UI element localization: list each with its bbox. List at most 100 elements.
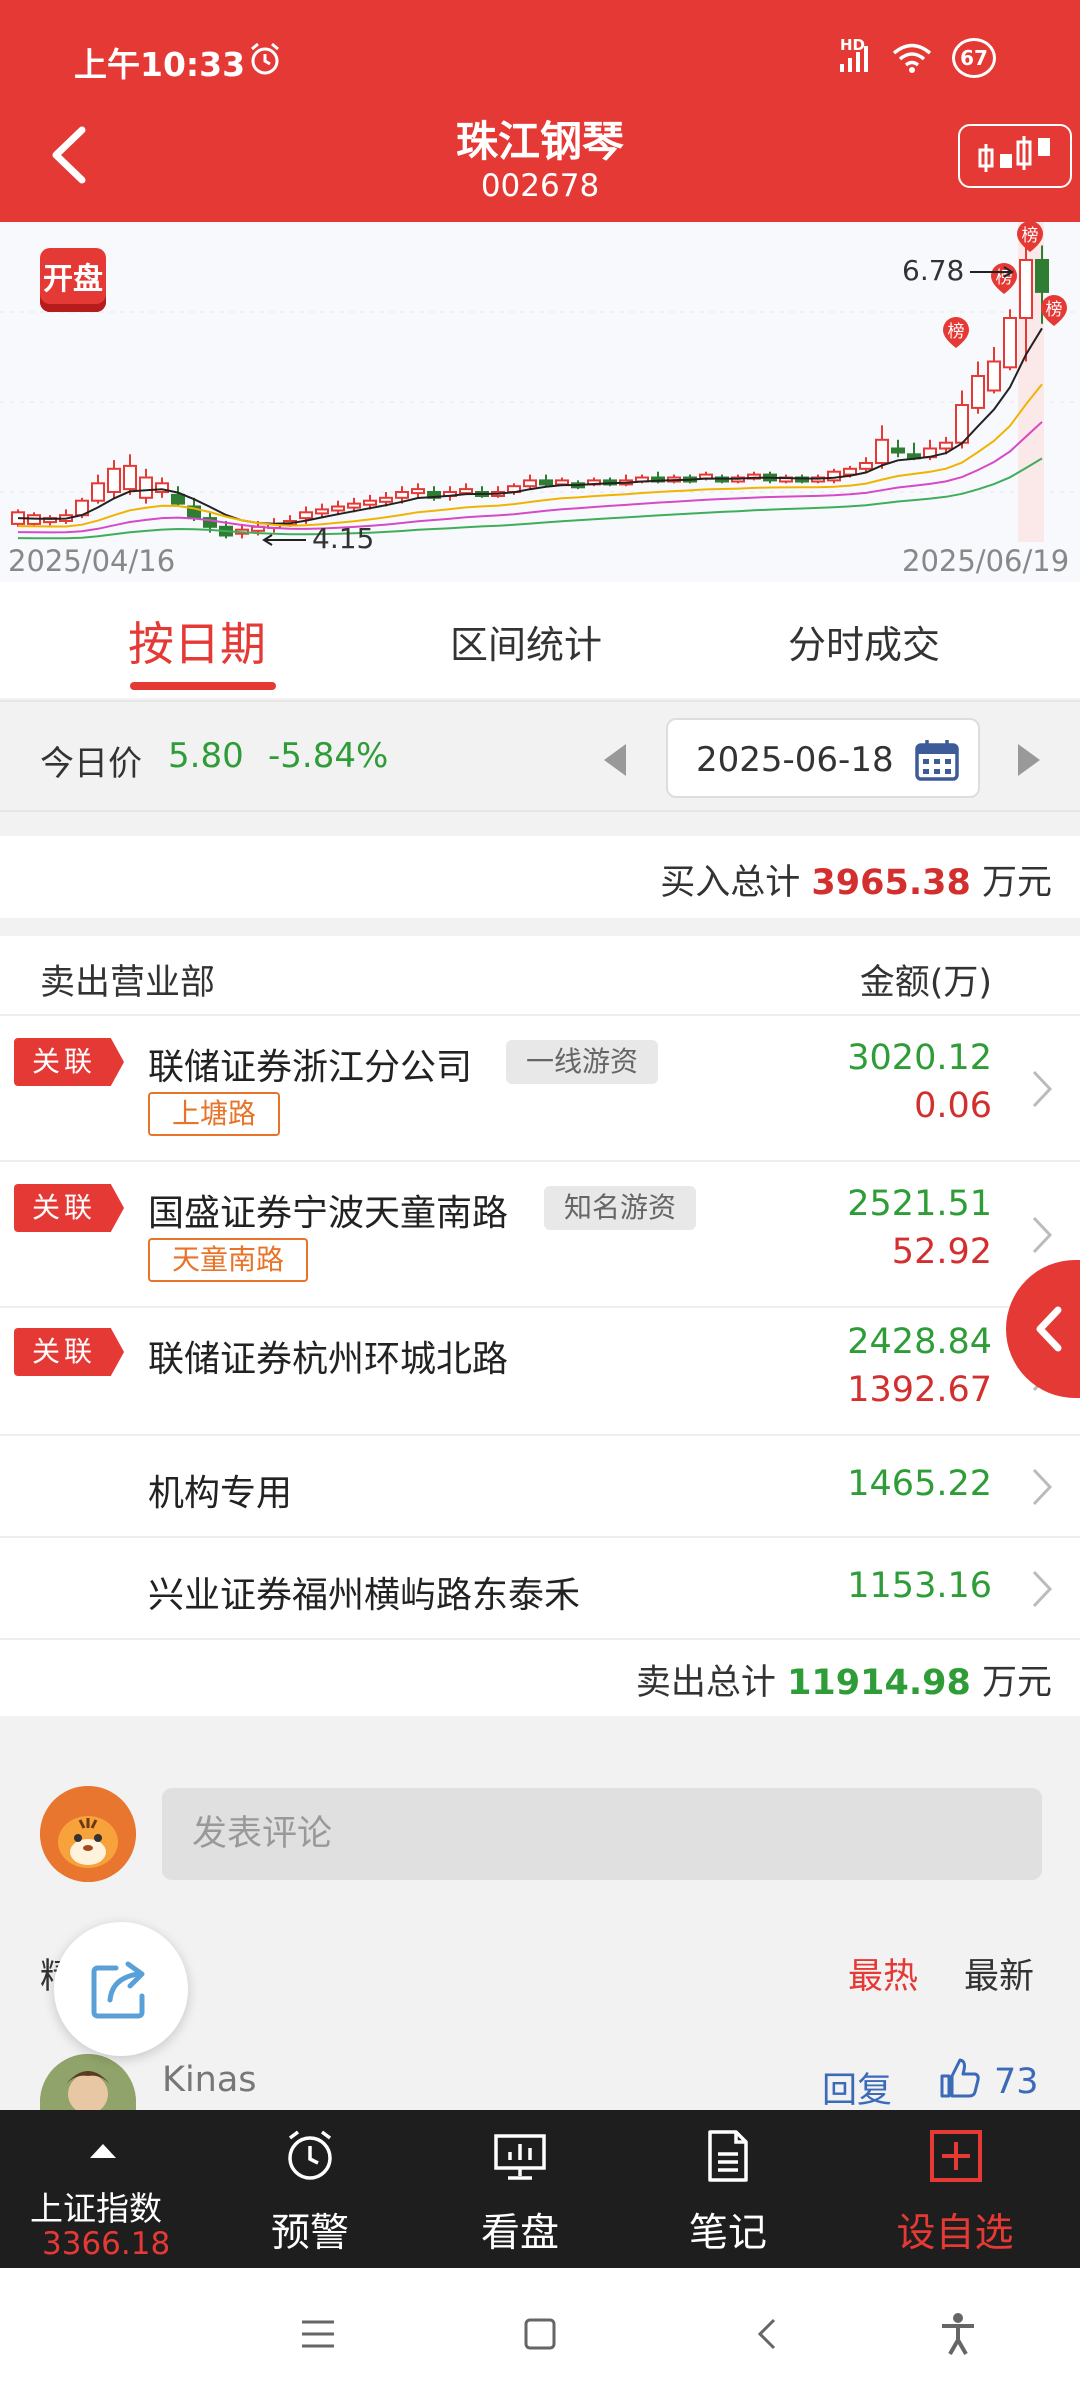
signal-icon <box>840 46 868 72</box>
kline-toggle-button[interactable] <box>958 124 1072 188</box>
wifi-icon <box>892 43 932 73</box>
notes-icon <box>708 2130 748 2182</box>
related-tag: 关联 <box>14 1038 124 1086</box>
nav-add-watchlist-label: 设自选 <box>896 2211 1014 2256</box>
seat-row[interactable]: 关联 联储证券浙江分公司 一线游资 上塘路 3020.12 0.06 <box>0 1016 1080 1162</box>
prev-day-button[interactable] <box>598 740 632 780</box>
tab-bar: 按日期 区间统计 分时成交 <box>0 582 1080 698</box>
today-price: 5.80 <box>168 736 244 776</box>
stock-name: 珠江钢琴 <box>455 117 624 166</box>
nav-add-watchlist[interactable]: 设自选 <box>880 2110 1030 2268</box>
chevron-left-icon <box>1036 1306 1062 1352</box>
buy-amount: 1392.67 <box>847 1370 992 1410</box>
chart-end-date: 2025/06/19 <box>902 544 1070 578</box>
sell-amount: 2521.51 <box>847 1184 992 1224</box>
seat-row[interactable]: 关联 联储证券杭州环城北路 2428.84 1392.67 <box>0 1308 1080 1436</box>
header-bar: 上午10:33 HD 67 珠江钢琴 002678 <box>0 0 1080 222</box>
date-picker[interactable]: 2025-06-18 <box>666 718 980 798</box>
candlestick-icon <box>978 136 1050 172</box>
sell-total-label: 卖出总计 <box>635 1663 776 1703</box>
svg-text:榜: 榜 <box>1046 300 1063 320</box>
thumbs-up-icon[interactable] <box>938 2056 982 2100</box>
bottom-navigation: 上证指数 3366.18 预警 看盘 笔记 设自选 <box>0 2110 1080 2268</box>
kline-chart[interactable]: 榜榜榜榜 开盘 6.78 4.15 2025/04/16 2025/06/19 <box>0 222 1080 582</box>
seat-name: 机构专用 <box>148 1473 293 1514</box>
share-button[interactable] <box>54 1922 188 2056</box>
reply-button[interactable]: 回复 <box>822 2062 892 2113</box>
sort-new-button[interactable]: 最新 <box>964 1948 1034 1999</box>
seat-row[interactable]: 关联 国盛证券宁波天童南路 知名游资 天童南路 2521.51 52.92 <box>0 1162 1080 1308</box>
tab-active-indicator <box>130 682 276 690</box>
seat-name: 联储证券杭州环城北路 <box>148 1339 509 1380</box>
related-tag: 关联 <box>14 1184 124 1232</box>
sell-total-unit: 万元 <box>981 1663 1052 1703</box>
price-date-row: 今日价 5.80 -5.84% 2025-06-18 <box>0 700 1080 812</box>
my-avatar[interactable] <box>40 1786 136 1882</box>
home-icon[interactable] <box>522 2316 558 2352</box>
today-change: -5.84% <box>268 736 389 776</box>
comment-user-name[interactable]: Kinas <box>162 2060 257 2100</box>
chart-low-label: 4.15 <box>312 522 375 555</box>
buy-total-value: 3965.38 <box>811 863 971 903</box>
related-tag: 关联 <box>14 1328 124 1376</box>
comment-section: 发表评论 精彩评论 最热 最新 Kinas 回复 73 <box>0 1716 1080 2114</box>
index-name: 上证指数 <box>30 2189 162 2228</box>
tab-range-stats[interactable]: 区间统计 <box>450 614 602 669</box>
system-navigation-bar <box>0 2268 1080 2400</box>
buy-total-unit: 万元 <box>981 863 1052 903</box>
accessibility-icon[interactable] <box>938 2312 978 2356</box>
nav-alert[interactable]: 预警 <box>250 2110 370 2268</box>
nav-market[interactable]: 看盘 <box>460 2110 580 2268</box>
monitor-chart-icon <box>494 2134 546 2180</box>
chevron-right-icon <box>1032 1216 1053 1254</box>
buy-amount: 52.92 <box>891 1232 992 1272</box>
tab-by-date[interactable]: 按日期 <box>128 608 266 674</box>
index-value: 3366.18 <box>42 2226 171 2262</box>
calendar-icon[interactable] <box>914 738 960 782</box>
seat-name: 兴业证券福州横屿路东泰禾 <box>148 1575 581 1616</box>
user-avatar[interactable] <box>40 2054 136 2114</box>
chevron-right-icon <box>1032 1070 1053 1108</box>
sell-amount: 2428.84 <box>847 1322 992 1362</box>
seat-name: 国盛证券宁波天童南路 <box>148 1193 509 1234</box>
alarm-icon <box>251 42 279 75</box>
share-icon <box>91 1961 145 2019</box>
trader-type-badge: 一线游资 <box>506 1040 659 1084</box>
nav-index[interactable]: 上证指数 3366.18 <box>0 2110 210 2268</box>
amount-header: 金额(万) <box>859 963 992 1003</box>
caret-up-icon <box>90 2144 116 2158</box>
stock-code: 002678 <box>480 168 600 204</box>
sell-amount: 1153.16 <box>847 1566 992 1606</box>
add-square-icon <box>930 2130 982 2182</box>
tiger-avatar-icon <box>40 1786 136 1882</box>
alarm-clock-icon <box>288 2130 332 2180</box>
sell-amount: 3020.12 <box>847 1038 992 1078</box>
trader-type-badge: 知名游资 <box>544 1186 697 1230</box>
nav-notes-label: 笔记 <box>688 2211 767 2256</box>
sell-total-value: 11914.98 <box>787 1663 971 1703</box>
svg-text:榜: 榜 <box>948 322 965 342</box>
sell-seats-section: 卖出营业部 金额(万) 关联 联储证券浙江分公司 一线游资 上塘路 3020.1… <box>0 936 1080 1716</box>
location-tag: 上塘路 <box>148 1092 281 1136</box>
nav-alert-label: 预警 <box>270 2211 349 2256</box>
seat-name: 联储证券浙江分公司 <box>148 1047 473 1088</box>
sell-title: 卖出营业部 <box>40 963 216 1003</box>
seat-row[interactable]: 机构专用 1465.22 <box>0 1436 1080 1538</box>
comment-input[interactable]: 发表评论 <box>162 1788 1042 1880</box>
sell-amount: 1465.22 <box>847 1464 992 1504</box>
menu-icon[interactable] <box>298 2316 338 2352</box>
back-nav-icon[interactable] <box>752 2314 782 2354</box>
next-day-button[interactable] <box>1012 740 1046 780</box>
sell-total-row: 卖出总计 11914.98 万元 <box>0 1640 1080 1716</box>
chart-start-date: 2025/04/16 <box>8 544 176 578</box>
buy-total: 买入总计 3965.38 万元 <box>660 854 1052 905</box>
seat-row[interactable]: 兴业证券福州横屿路东泰禾 1153.16 <box>0 1538 1080 1640</box>
sort-hot-button[interactable]: 最热 <box>848 1948 918 1999</box>
svg-text:榜: 榜 <box>1022 226 1039 246</box>
chart-high-label: 6.78 <box>902 254 965 287</box>
buy-amount: 0.06 <box>914 1086 992 1126</box>
nav-notes[interactable]: 笔记 <box>668 2110 788 2268</box>
sell-total: 卖出总计 11914.98 万元 <box>636 1654 1052 1705</box>
tab-intraday-trades[interactable]: 分时成交 <box>788 614 940 669</box>
today-price-label: 今日价 <box>40 744 142 784</box>
